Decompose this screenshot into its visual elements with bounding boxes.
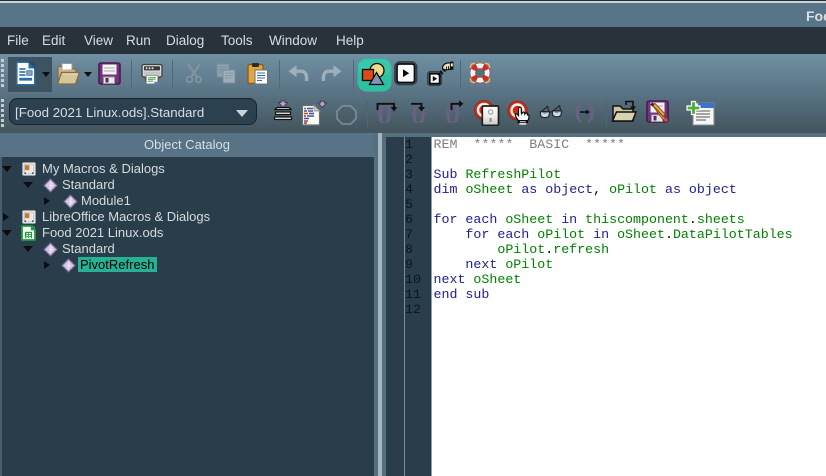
svg-text:{}: {} — [411, 103, 427, 125]
svg-text:{}: {} — [445, 103, 461, 125]
svg-text:{}: {} — [377, 103, 393, 125]
